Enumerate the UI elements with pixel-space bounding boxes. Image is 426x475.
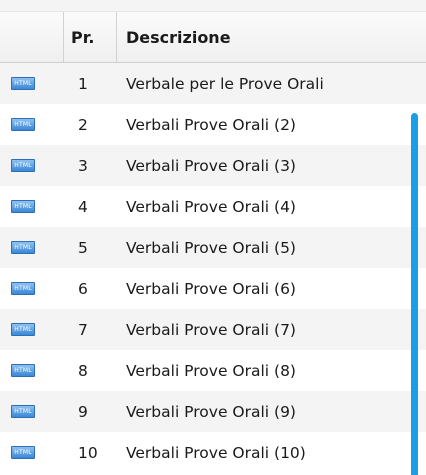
table-row[interactable]: HTML 10 Verbali Prove Orali (10) bbox=[0, 432, 426, 473]
row-pr: 10 bbox=[78, 443, 98, 462]
table-header: Pr. Descrizione bbox=[0, 12, 426, 63]
top-strip bbox=[0, 0, 426, 12]
row-pr: 6 bbox=[78, 279, 88, 298]
html-file-icon[interactable]: HTML bbox=[11, 118, 35, 131]
row-description: Verbale per le Prove Orali bbox=[126, 74, 324, 93]
html-file-icon[interactable]: HTML bbox=[11, 323, 35, 336]
html-file-icon[interactable]: HTML bbox=[11, 364, 35, 377]
table-row[interactable]: HTML 3 Verbali Prove Orali (3) bbox=[0, 145, 426, 186]
html-file-icon[interactable]: HTML bbox=[11, 446, 35, 459]
row-description: Verbali Prove Orali (5) bbox=[126, 238, 296, 257]
table-row[interactable]: HTML 7 Verbali Prove Orali (7) bbox=[0, 309, 426, 350]
html-file-icon[interactable]: HTML bbox=[11, 282, 35, 295]
row-description: Verbali Prove Orali (6) bbox=[126, 279, 296, 298]
row-pr: 9 bbox=[78, 402, 88, 421]
html-file-icon[interactable]: HTML bbox=[11, 241, 35, 254]
row-description: Verbali Prove Orali (4) bbox=[126, 197, 296, 216]
row-description: Verbali Prove Orali (9) bbox=[126, 402, 296, 421]
row-description: Verbali Prove Orali (2) bbox=[126, 115, 296, 134]
row-pr: 1 bbox=[78, 74, 88, 93]
table-body: HTML 1 Verbale per le Prove Orali HTML 2… bbox=[0, 63, 426, 473]
table-row[interactable]: HTML 6 Verbali Prove Orali (6) bbox=[0, 268, 426, 309]
row-pr: 4 bbox=[78, 197, 88, 216]
table-row[interactable]: HTML 8 Verbali Prove Orali (8) bbox=[0, 350, 426, 391]
html-file-icon[interactable]: HTML bbox=[11, 405, 35, 418]
document-list-window: Pr. Descrizione HTML 1 Verbale per le Pr… bbox=[0, 0, 426, 475]
row-pr: 2 bbox=[78, 115, 88, 134]
html-file-icon[interactable]: HTML bbox=[11, 77, 35, 90]
html-file-icon[interactable]: HTML bbox=[11, 159, 35, 172]
table-row[interactable]: HTML 4 Verbali Prove Orali (4) bbox=[0, 186, 426, 227]
row-description: Verbali Prove Orali (10) bbox=[126, 443, 306, 462]
table-row[interactable]: HTML 2 Verbali Prove Orali (2) bbox=[0, 104, 426, 145]
header-pr-column[interactable]: Pr. bbox=[64, 12, 117, 62]
row-description: Verbali Prove Orali (7) bbox=[126, 320, 296, 339]
row-description: Verbali Prove Orali (3) bbox=[126, 156, 296, 175]
row-description: Verbali Prove Orali (8) bbox=[126, 361, 296, 380]
html-file-icon[interactable]: HTML bbox=[11, 200, 35, 213]
vertical-scrollbar[interactable] bbox=[411, 113, 418, 475]
table-row[interactable]: HTML 5 Verbali Prove Orali (5) bbox=[0, 227, 426, 268]
table-row[interactable]: HTML 1 Verbale per le Prove Orali bbox=[0, 63, 426, 104]
row-pr: 7 bbox=[78, 320, 88, 339]
table-row[interactable]: HTML 9 Verbali Prove Orali (9) bbox=[0, 391, 426, 432]
header-description-column[interactable]: Descrizione bbox=[117, 12, 426, 62]
header-icon-column[interactable] bbox=[0, 12, 64, 62]
row-pr: 3 bbox=[78, 156, 88, 175]
row-pr: 8 bbox=[78, 361, 88, 380]
row-pr: 5 bbox=[78, 238, 88, 257]
